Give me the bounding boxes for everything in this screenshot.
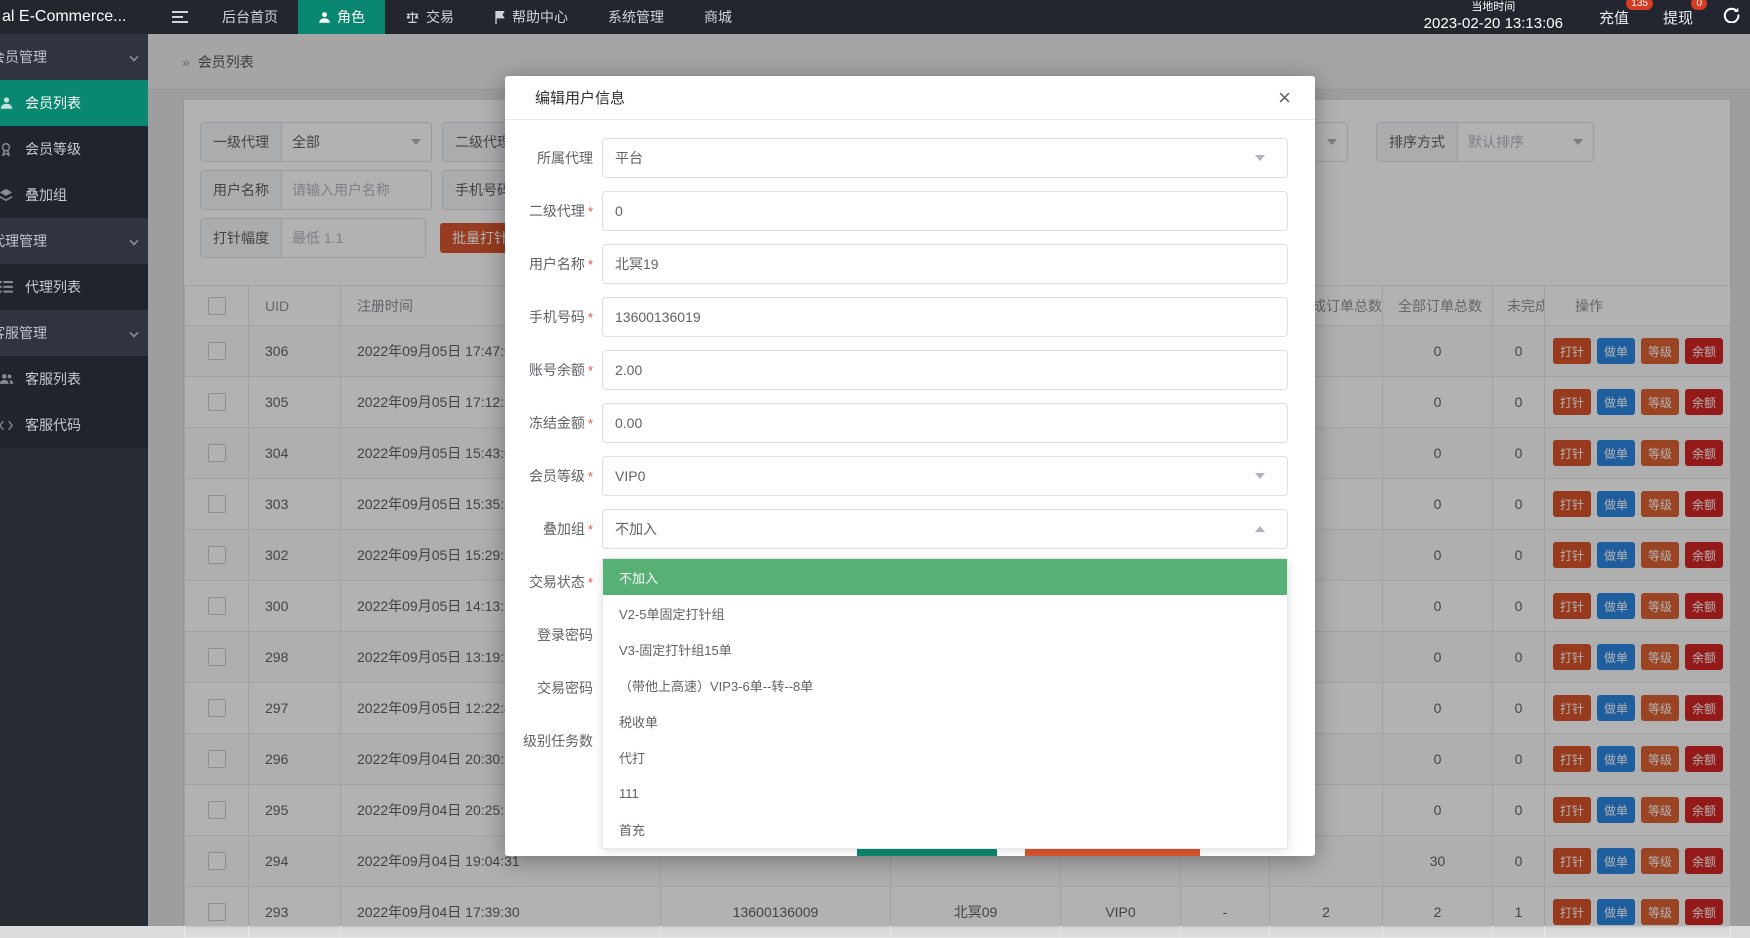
refresh-icon: [1723, 6, 1740, 28]
app-logo: al E-Commerce...: [0, 0, 158, 34]
agent2-field[interactable]: 0: [602, 191, 1288, 231]
chevron-down-icon: [1255, 155, 1265, 161]
tab-dashboard[interactable]: 后台首页: [202, 0, 298, 34]
chevron-down-icon: [129, 236, 138, 245]
sidebar-group-agent[interactable]: 代理管理: [0, 218, 148, 264]
sidebar-item-member-level[interactable]: 会员等级: [0, 126, 148, 172]
hamburger-icon: [172, 11, 188, 23]
tab-trade[interactable]: 交易: [385, 0, 474, 34]
recharge-button[interactable]: 充值 135: [1599, 7, 1629, 28]
dropdown-option[interactable]: V2-5单固定打针组: [603, 595, 1287, 631]
chevron-down-icon: [129, 52, 138, 61]
sidebar-item-agent-list[interactable]: 代理列表: [0, 264, 148, 310]
sidebar-item-service-list[interactable]: 客服列表: [0, 356, 148, 402]
recharge-badge: 135: [1626, 0, 1653, 10]
layers-icon: [0, 188, 17, 202]
flag-icon: [494, 11, 506, 24]
stack-group-select[interactable]: 不加入: [602, 509, 1288, 549]
members-icon: [0, 96, 17, 110]
local-time: 当地时间 2023-02-20 13:13:06: [1424, 1, 1563, 34]
menu-toggle-button[interactable]: [158, 0, 202, 34]
dropdown-option[interactable]: （带他上高速）VIP3-6单--转--8单: [603, 667, 1287, 703]
sidebar: 会员管理 会员列表 会员等级 叠加组 代理管理 代理列表 客服管理 客服列表 客…: [0, 34, 148, 926]
top-navbar: al E-Commerce... 后台首页 角色 交易 帮助中心 系统管理 商城…: [0, 0, 1750, 34]
dropdown-option[interactable]: 不加入: [603, 559, 1287, 595]
balance-field[interactable]: 2.00: [602, 350, 1288, 390]
sidebar-item-stack-group[interactable]: 叠加组: [0, 172, 148, 218]
edit-user-modal: 编辑用户信息 × 所属代理 平台 二级代理* 0 用户名称* 北冥19 手机号码…: [505, 76, 1315, 856]
phone-field[interactable]: 13600136019: [602, 297, 1288, 337]
scales-icon: [405, 11, 420, 24]
list-icon: [0, 281, 17, 293]
sidebar-item-member-list[interactable]: 会员列表: [0, 80, 148, 126]
chevron-down-icon: [129, 328, 138, 337]
dropdown-option[interactable]: V3-固定打针组15单: [603, 631, 1287, 667]
dropdown-option[interactable]: 111: [603, 775, 1287, 811]
withdraw-badge: 0: [1691, 0, 1707, 10]
tab-roles[interactable]: 角色: [298, 0, 385, 34]
sidebar-group-service[interactable]: 客服管理: [0, 310, 148, 356]
sidebar-group-member[interactable]: 会员管理: [0, 34, 148, 80]
chevron-down-icon: [1255, 473, 1265, 479]
username-field[interactable]: 北冥19: [602, 244, 1288, 284]
person-icon: [0, 372, 17, 386]
refresh-button[interactable]: [1723, 6, 1740, 28]
code-icon: [0, 420, 17, 431]
level-select[interactable]: VIP0: [602, 456, 1288, 496]
withdraw-button[interactable]: 提现 0: [1663, 7, 1693, 28]
stack-group-dropdown: 不加入 V2-5单固定打针组 V3-固定打针组15单 （带他上高速）VIP3-6…: [602, 558, 1288, 849]
tab-help-center[interactable]: 帮助中心: [474, 0, 588, 34]
modal-title: 编辑用户信息: [535, 87, 625, 108]
chevron-up-icon: [1255, 526, 1265, 532]
dropdown-option[interactable]: 代打: [603, 739, 1287, 775]
navbar-right: 当地时间 2023-02-20 13:13:06 充值 135 提现 0: [1424, 0, 1750, 34]
agent-select[interactable]: 平台: [602, 138, 1288, 178]
tab-mall[interactable]: 商城: [684, 0, 752, 34]
close-icon[interactable]: ×: [1278, 87, 1291, 109]
person-icon: [318, 11, 331, 24]
dropdown-option[interactable]: 税收单: [603, 703, 1287, 739]
frozen-field[interactable]: 0.00: [602, 403, 1288, 443]
sidebar-item-service-code[interactable]: 客服代码: [0, 402, 148, 448]
tab-system[interactable]: 系统管理: [588, 0, 684, 34]
dropdown-option[interactable]: 首充: [603, 811, 1287, 847]
level-icon: [0, 142, 17, 156]
